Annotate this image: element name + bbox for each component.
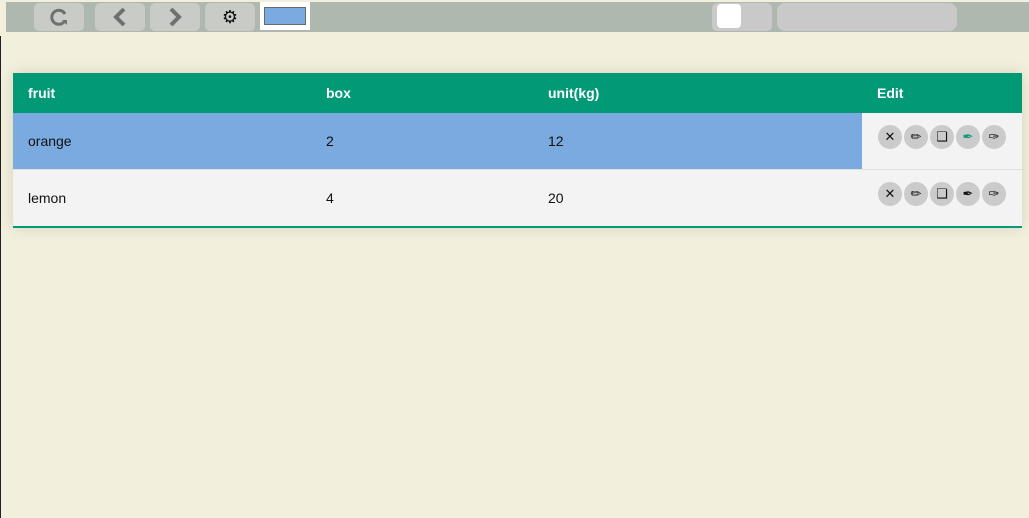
gear-icon: ⚙ bbox=[221, 6, 239, 28]
refresh-button[interactable] bbox=[34, 3, 84, 31]
delete-icon[interactable]: ✕ bbox=[878, 125, 902, 149]
copy-icon[interactable]: ❑ bbox=[930, 125, 954, 149]
cell-fruit[interactable]: lemon bbox=[28, 170, 66, 226]
forward-button[interactable] bbox=[150, 3, 200, 31]
cell-fruit[interactable]: orange bbox=[28, 113, 72, 169]
color-swatch-fill bbox=[264, 7, 306, 25]
pencil-icon[interactable]: ✏ bbox=[904, 182, 928, 206]
cell-unit[interactable]: 20 bbox=[548, 170, 564, 226]
column-header-edit: Edit bbox=[877, 85, 904, 101]
pencil-outline-icon[interactable]: ✑ bbox=[982, 125, 1006, 149]
column-header-unit[interactable]: unit(kg) bbox=[548, 73, 599, 113]
pencil-icon[interactable]: ✏ bbox=[904, 125, 928, 149]
toolbar: ⚙ bbox=[6, 2, 1029, 32]
chevron-right-icon bbox=[165, 6, 185, 28]
delete-icon[interactable]: ✕ bbox=[878, 182, 902, 206]
color-picker[interactable] bbox=[260, 2, 310, 30]
toggle-knob[interactable] bbox=[717, 4, 741, 28]
table-row[interactable]: orange 2 12 ✕ ✏ ❑ ✒ ✑ bbox=[13, 113, 1022, 170]
pencil-outline-icon[interactable]: ✑ bbox=[982, 182, 1006, 206]
settings-button[interactable]: ⚙ bbox=[205, 3, 255, 31]
toolbar-search-field[interactable] bbox=[777, 3, 957, 31]
cell-box[interactable]: 4 bbox=[326, 170, 334, 226]
column-header-fruit[interactable]: fruit bbox=[28, 73, 55, 113]
fruit-table: fruit box unit(kg) Edit orange 2 12 ✕ ✏ … bbox=[13, 73, 1022, 228]
chevron-left-icon bbox=[110, 6, 130, 28]
table-header: fruit box unit(kg) Edit bbox=[13, 73, 1022, 113]
table-row[interactable]: lemon 4 20 ✕ ✏ ❑ ✒ ✑ bbox=[13, 170, 1022, 226]
row-actions: ✕ ✏ ❑ ✒ ✑ bbox=[878, 182, 1006, 206]
copy-icon[interactable]: ❑ bbox=[930, 182, 954, 206]
row-actions: ✕ ✏ ❑ ✒ ✑ bbox=[878, 125, 1006, 149]
refresh-icon bbox=[48, 6, 70, 28]
back-button[interactable] bbox=[95, 3, 145, 31]
window-left-edge bbox=[0, 36, 5, 518]
pen-nib-icon[interactable]: ✒ bbox=[956, 125, 980, 149]
row-selection-highlight bbox=[13, 113, 862, 169]
pen-nib-icon[interactable]: ✒ bbox=[956, 182, 980, 206]
cell-unit[interactable]: 12 bbox=[548, 113, 564, 169]
toggle-switch[interactable] bbox=[712, 3, 772, 31]
column-header-box[interactable]: box bbox=[326, 73, 351, 113]
cell-box[interactable]: 2 bbox=[326, 113, 334, 169]
